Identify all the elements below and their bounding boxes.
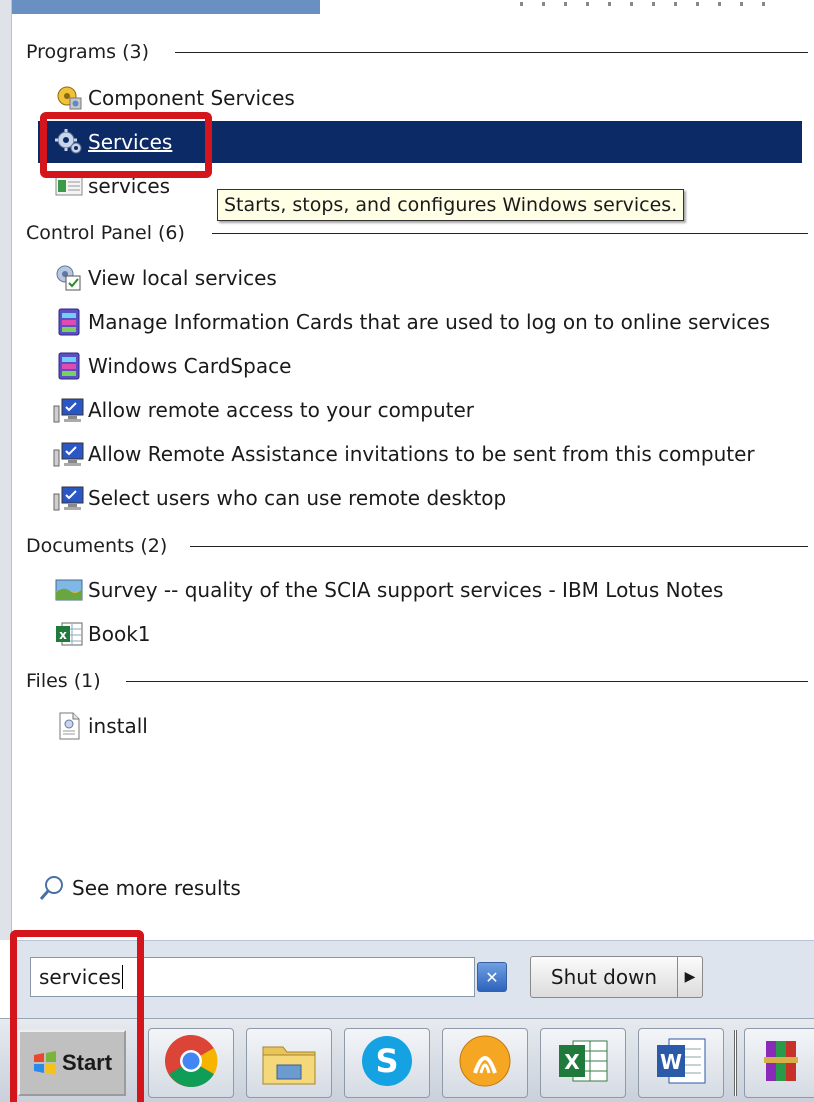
remote-computer-icon (50, 482, 88, 514)
file-explorer-icon (259, 1033, 319, 1093)
group-header-programs[interactable]: Programs (3) (26, 40, 149, 64)
background-window-titlebar (0, 0, 320, 14)
group-header-files[interactable]: Files (1) (26, 669, 101, 693)
component-services-icon (50, 82, 88, 114)
taskbar-winrar[interactable] (744, 1028, 814, 1098)
see-more-label: See more results (72, 876, 241, 900)
settings-file-icon (50, 710, 88, 742)
group-header-documents[interactable]: Documents (2) (26, 534, 167, 558)
group-header-label: Documents (2) (26, 535, 168, 557)
taskbar-chrome[interactable] (148, 1028, 234, 1098)
shutdown-button[interactable]: Shut down (530, 956, 678, 998)
result-label: Component Services (88, 86, 295, 110)
result-book1[interactable]: x Book1 (50, 614, 151, 654)
svg-text:W: W (660, 1050, 682, 1074)
clear-search-button[interactable]: ✕ (477, 962, 507, 992)
taskbar-lotus-notes[interactable] (442, 1028, 528, 1098)
group-header-label: Control Panel (6) (26, 222, 185, 244)
chrome-icon (162, 1032, 220, 1094)
result-label: Windows CardSpace (88, 354, 292, 378)
winrar-icon (752, 1033, 808, 1093)
result-label: Allow Remote Assistance invitations to b… (88, 442, 755, 466)
group-header-label: Files (1) (26, 670, 101, 692)
result-allow-remote-assistance[interactable]: Allow Remote Assistance invitations to b… (50, 434, 755, 474)
result-manage-information-cards[interactable]: Manage Information Cards that are used t… (50, 302, 770, 342)
result-label: Allow remote access to your computer (88, 398, 475, 422)
result-label: Select users who can use remote desktop (88, 486, 507, 510)
start-menu-left-edge (0, 0, 12, 940)
group-divider (126, 681, 808, 682)
remote-computer-icon (50, 394, 88, 426)
svg-text:X: X (564, 1050, 580, 1074)
skype-icon: S (359, 1033, 415, 1093)
taskbar-separator (734, 1030, 737, 1096)
group-divider (190, 546, 808, 547)
see-more-results[interactable]: See more results (38, 872, 241, 904)
close-icon: ✕ (485, 967, 499, 987)
word-icon: W (653, 1035, 709, 1091)
excel-file-icon: x (50, 618, 88, 650)
result-windows-cardspace[interactable]: Windows CardSpace (50, 346, 291, 386)
result-allow-remote-access[interactable]: Allow remote access to your computer (50, 390, 474, 430)
result-label: View local services (88, 266, 277, 290)
cardspace-icon (50, 306, 88, 338)
svg-text:S: S (375, 1042, 398, 1080)
annotation-highlight-search-start (10, 930, 144, 1102)
taskbar-file-explorer[interactable] (246, 1028, 332, 1098)
result-select-remote-desktop-users[interactable]: Select users who can use remote desktop (50, 478, 506, 518)
group-divider (175, 52, 808, 53)
result-view-local-services[interactable]: View local services (50, 258, 277, 298)
cardspace-icon (50, 350, 88, 382)
result-install[interactable]: install (50, 706, 148, 746)
taskbar-excel[interactable]: X (540, 1028, 626, 1098)
image-doc-icon (50, 574, 88, 606)
shutdown-options-button[interactable]: ▶ (677, 956, 703, 998)
annotation-highlight-services (40, 112, 212, 178)
search-icon (38, 874, 72, 902)
result-label: install (88, 714, 148, 738)
result-label: Manage Information Cards that are used t… (88, 310, 771, 334)
excel-icon: X (555, 1035, 611, 1091)
result-survey-document[interactable]: Survey -- quality of the SCIA support se… (50, 570, 723, 610)
background-window-dots (520, 2, 780, 6)
remote-computer-icon (50, 438, 88, 470)
lotus-notes-icon (457, 1033, 513, 1093)
taskbar-skype[interactable]: S (344, 1028, 430, 1098)
taskbar-word[interactable]: W (638, 1028, 724, 1098)
svg-text:x: x (59, 628, 67, 642)
result-label: Survey -- quality of the SCIA support se… (88, 578, 724, 602)
group-divider (212, 233, 808, 234)
group-header-control-panel[interactable]: Control Panel (6) (26, 221, 185, 245)
services-checklist-icon (50, 262, 88, 294)
chevron-right-icon: ▶ (684, 969, 696, 985)
result-label: Book1 (88, 622, 151, 646)
services-tooltip: Starts, stops, and configures Windows se… (217, 189, 685, 221)
group-header-label: Programs (3) (26, 41, 150, 63)
shutdown-label: Shut down (550, 965, 658, 989)
tooltip-text: Starts, stops, and configures Windows se… (224, 194, 678, 216)
